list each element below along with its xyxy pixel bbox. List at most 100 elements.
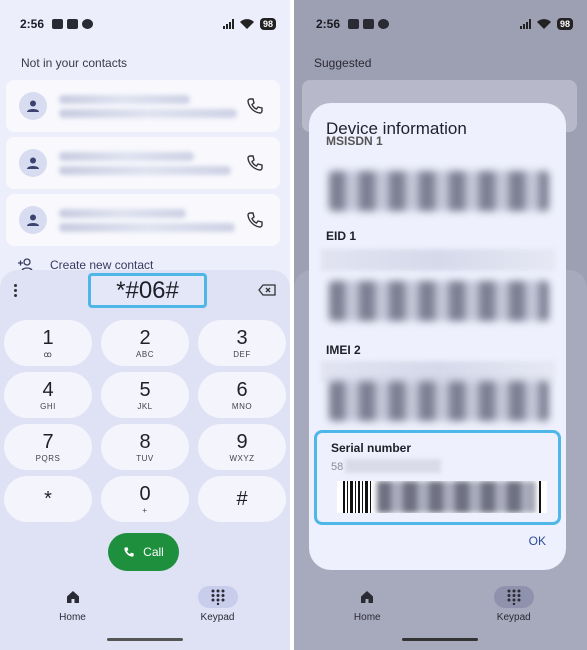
redacted-barcode [329, 381, 549, 421]
key-5[interactable]: 5 JKL [101, 372, 189, 418]
home-icon [53, 586, 93, 608]
dialer-screen: 2:56 98 Not in your contacts Create new … [0, 0, 290, 650]
signal-icon [222, 19, 234, 29]
battery-icon: 98 [259, 18, 276, 30]
key-2[interactable]: 2 ABC [101, 320, 189, 366]
key-8[interactable]: 8 TUV [101, 424, 189, 470]
key-letters: GHI [40, 402, 56, 411]
nav-keypad-label: Keypad [200, 612, 235, 623]
serial-label: Serial number [331, 441, 412, 455]
key-letters: PQRS [35, 454, 61, 463]
contact-row[interactable] [6, 137, 280, 189]
nav-keypad[interactable]: Keypad [145, 586, 290, 636]
status-bar: 2:56 98 [20, 14, 276, 34]
nav-home[interactable]: Home [0, 586, 145, 636]
signal-icon [519, 19, 531, 29]
redacted-contact [59, 147, 246, 180]
serial-number-highlight: Serial number 58 [314, 430, 561, 525]
notification-icons [348, 19, 390, 29]
call-button[interactable]: Call [108, 533, 179, 571]
serial-value: 58 [331, 461, 344, 473]
key-7[interactable]: 7 PQRS [4, 424, 92, 470]
key-star[interactable]: * [4, 476, 92, 522]
key-digit: * [44, 487, 52, 510]
key-letters: WXYZ [229, 454, 255, 463]
key-digit: 2 [139, 327, 151, 349]
bottom-nav: Home Keypad [294, 586, 587, 636]
phone-icon[interactable] [246, 97, 264, 115]
key-hash[interactable]: # [198, 476, 286, 522]
redacted-value [329, 171, 549, 211]
key-digit: # [236, 487, 248, 510]
dial-number-field[interactable]: *#06# [88, 273, 207, 308]
home-icon [347, 586, 387, 608]
redacted-value [321, 361, 555, 383]
dialpad-icon [197, 586, 238, 608]
device-info-screen: 2:56 98 Suggested Device information MSI… [294, 0, 587, 650]
gesture-bar[interactable] [402, 638, 478, 641]
bottom-nav: Home Keypad [0, 586, 290, 636]
wifi-icon [239, 19, 254, 29]
redacted-value [321, 249, 555, 271]
key-digit: 7 [42, 431, 54, 453]
key-letters: TUV [136, 454, 154, 463]
key-letters: + [142, 506, 148, 515]
nav-home-label: Home [59, 612, 86, 623]
gesture-bar[interactable] [107, 638, 183, 641]
status-time: 2:56 [20, 17, 45, 31]
imei-label: IMEI 2 [326, 343, 361, 357]
status-time: 2:56 [316, 17, 341, 31]
keypad-grid: 1ꝏ 2 ABC 3 DEF 4 GHI 5 JKL 6 MNO 7 PQRS 8 TUV 9… [4, 320, 286, 522]
person-icon [19, 92, 47, 120]
key-digit: 1 [42, 327, 54, 349]
person-icon [19, 149, 47, 177]
notification-icons [52, 19, 94, 29]
key-digit: 9 [236, 431, 248, 453]
status-bar: 2:56 98 [316, 14, 573, 34]
redacted-contact [59, 90, 246, 123]
key-0[interactable]: 0 + [101, 476, 189, 522]
key-letters: ABC [136, 350, 154, 359]
ok-button[interactable]: OK [529, 534, 546, 548]
key-digit: 3 [236, 327, 248, 349]
key-6[interactable]: 6 MNO [198, 372, 286, 418]
dialpad-icon [493, 586, 534, 608]
eid-label: EID 1 [326, 229, 357, 243]
nav-home[interactable]: Home [294, 586, 441, 636]
phone-icon[interactable] [246, 211, 264, 229]
key-letters: JKL [137, 402, 153, 411]
phone-icon[interactable] [246, 154, 264, 172]
person-icon [19, 206, 47, 234]
section-label: Not in your contacts [21, 56, 128, 70]
device-info-dialog: Device information MSISDN 1 EID 1 IMEI 2… [309, 103, 566, 570]
key-9[interactable]: 9 WXYZ [198, 424, 286, 470]
key-digit: 8 [139, 431, 151, 453]
field-label-partial: MSISDN 1 [326, 134, 383, 146]
key-letters: DEF [233, 350, 251, 359]
key-digit: 0 [139, 483, 151, 505]
key-3[interactable]: 3 DEF [198, 320, 286, 366]
section-label: Suggested [314, 56, 372, 70]
key-digit: 5 [139, 379, 151, 401]
more-options-icon[interactable] [14, 284, 17, 297]
nav-keypad[interactable]: Keypad [441, 586, 587, 636]
contact-row[interactable] [6, 194, 280, 246]
phone-icon [124, 547, 134, 557]
contact-row[interactable] [6, 80, 280, 132]
key-digit: 6 [236, 379, 248, 401]
backspace-icon[interactable] [258, 284, 276, 296]
nav-keypad-label: Keypad [496, 612, 531, 623]
key-digit: 4 [42, 379, 54, 401]
screenshot-composite: 2:56 98 Not in your contacts Create new … [0, 0, 587, 650]
redacted-contact [59, 204, 246, 237]
key-1[interactable]: 1ꝏ [4, 320, 92, 366]
key-letters: MNO [231, 402, 253, 411]
nav-home-label: Home [353, 612, 381, 623]
redacted-barcode [329, 281, 549, 321]
voicemail-icon: ꝏ [43, 350, 53, 359]
serial-barcode [337, 481, 547, 513]
key-4[interactable]: 4 GHI [4, 372, 92, 418]
dialpad-panel: *#06# 1ꝏ 2 ABC 3 DEF 4 GHI 5 JKL 6 MNO 7 PQRS … [0, 270, 290, 650]
call-label: Call [143, 545, 164, 559]
redacted-value [345, 459, 441, 473]
